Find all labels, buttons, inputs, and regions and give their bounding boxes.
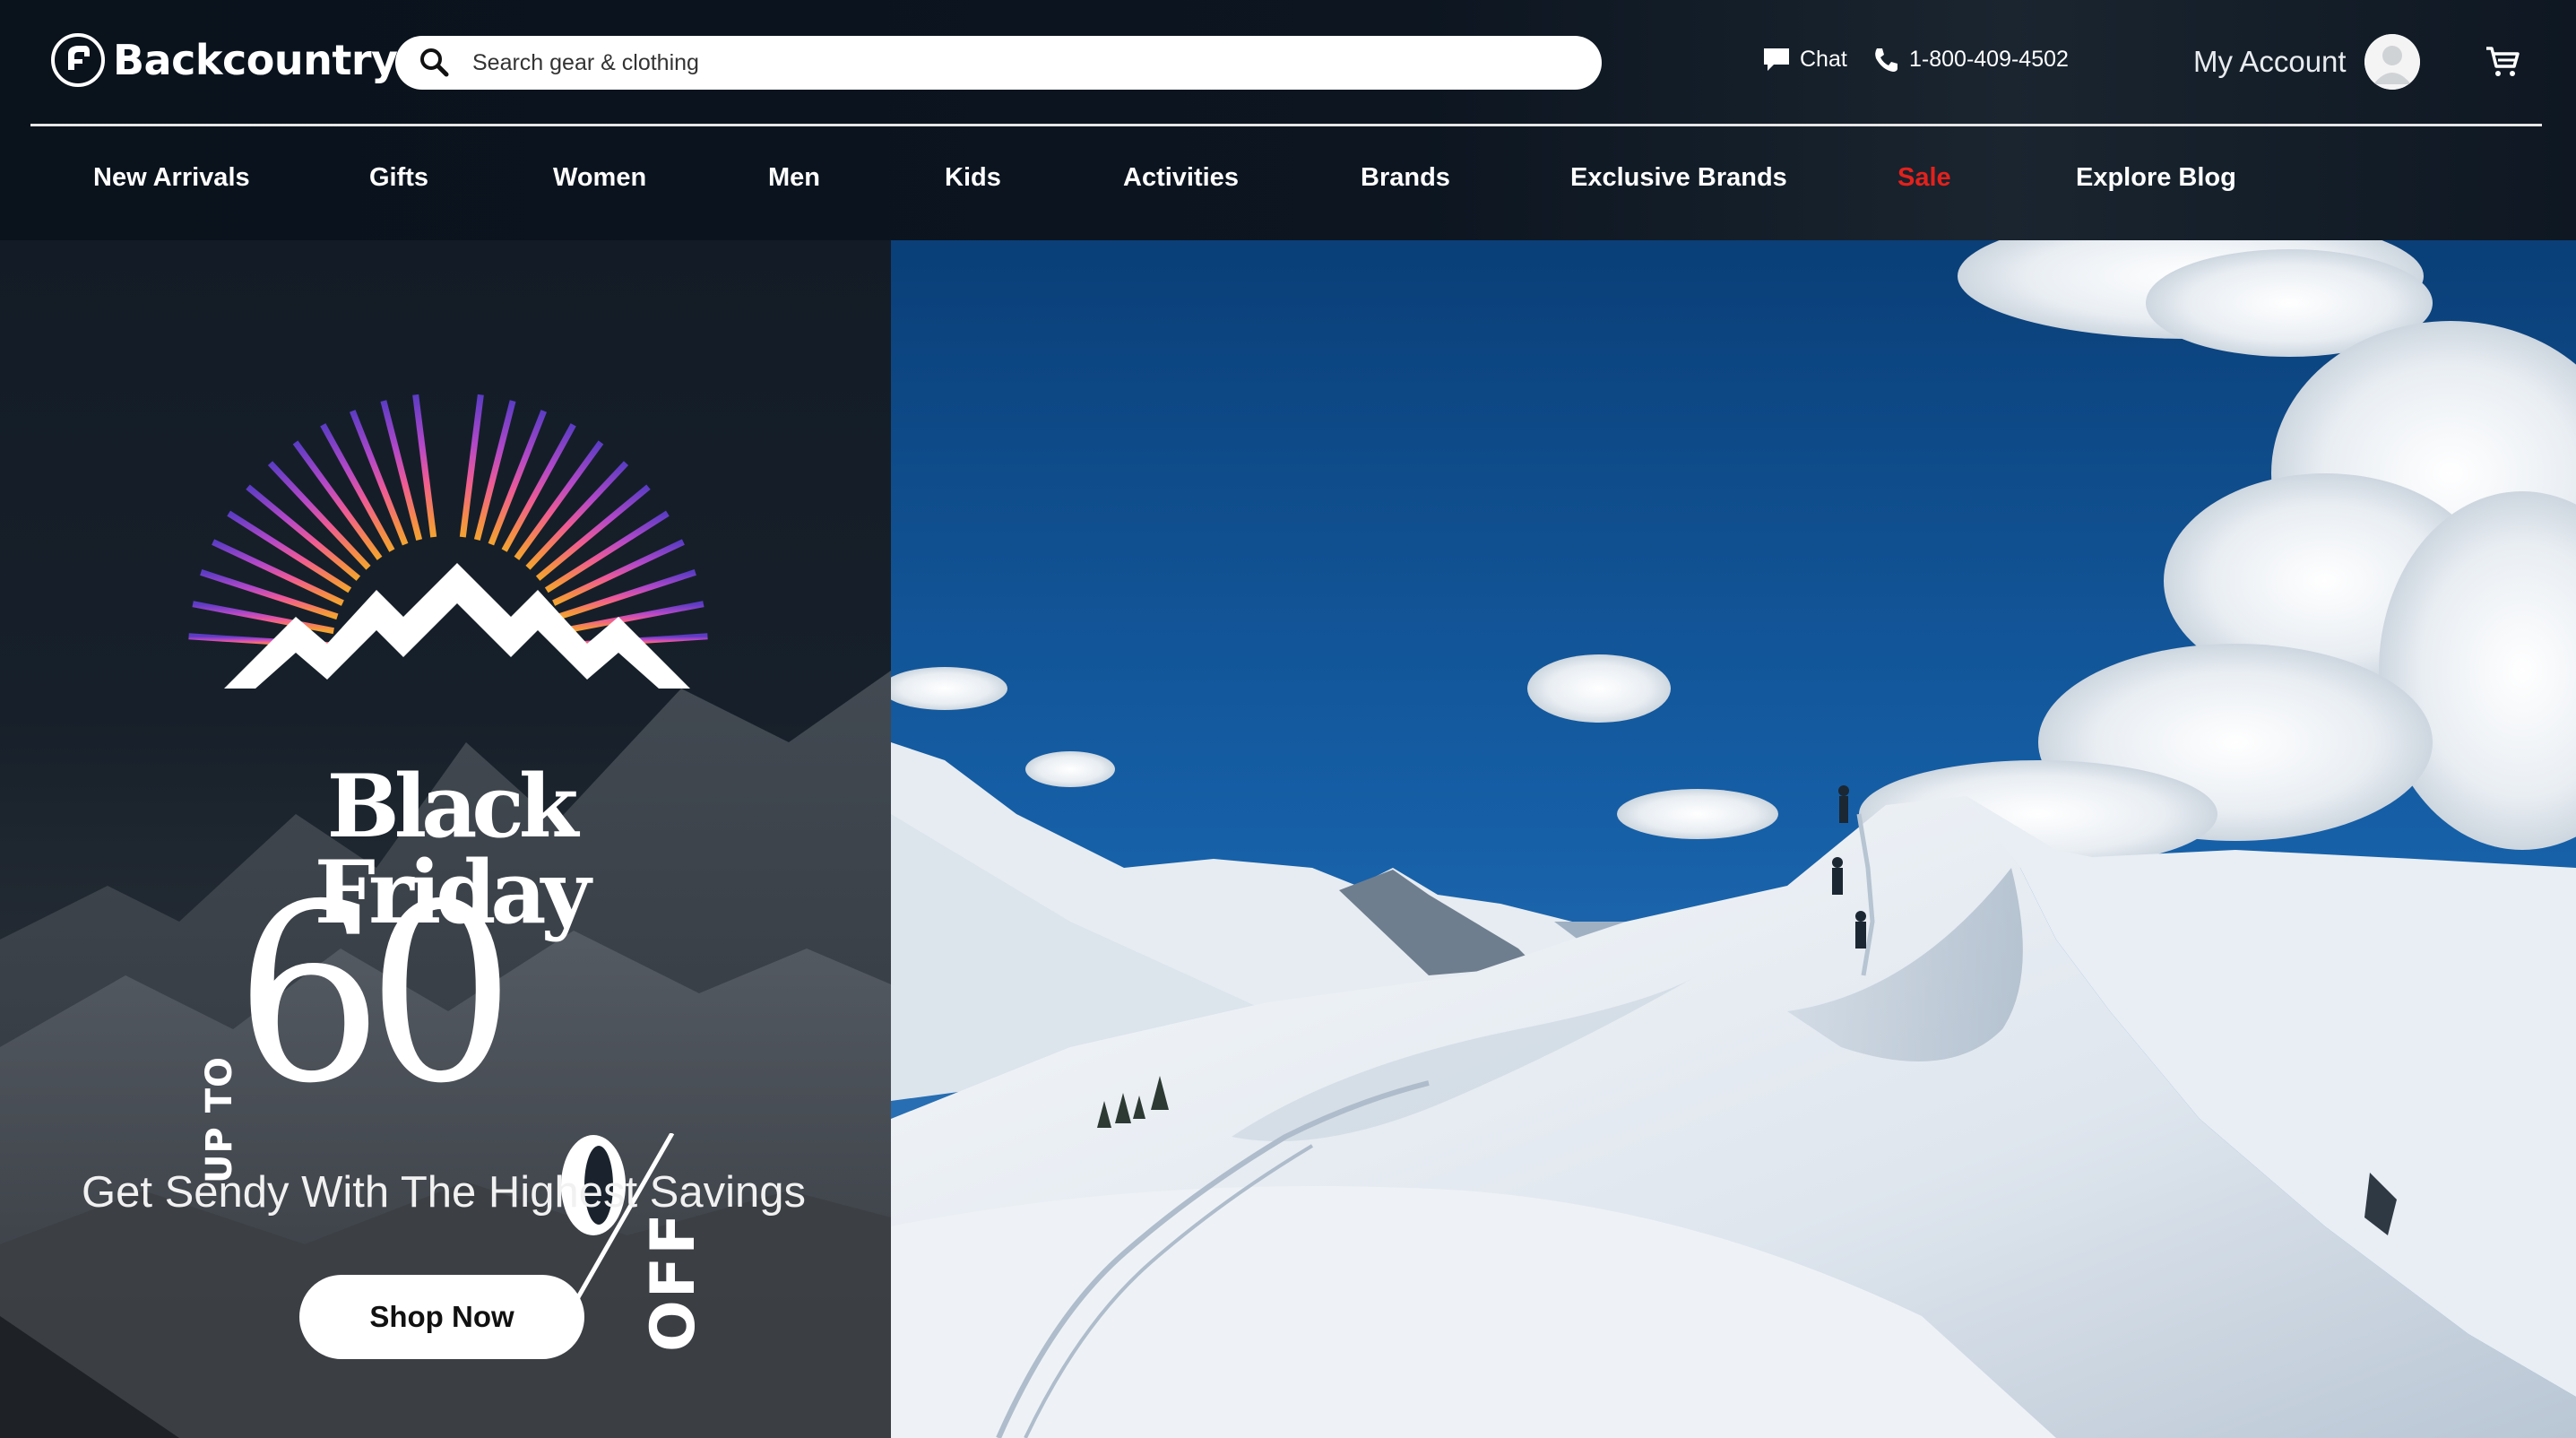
chat-bubble-icon <box>1764 48 1789 71</box>
hero-banner: Black Friday UP TO 60 OFF Get Sendy With… <box>0 240 2576 1438</box>
nav-item-sale[interactable]: Sale <box>1897 163 1951 193</box>
shop-now-button[interactable]: Shop Now <box>299 1275 584 1359</box>
top-bar: Backcountry Chat 1-800-409-4502 My Accou… <box>0 0 2576 126</box>
nav-item-kids[interactable]: Kids <box>945 163 1001 193</box>
my-account-link[interactable]: My Account <box>2193 32 2420 91</box>
cart-icon[interactable] <box>2485 45 2520 79</box>
chat-label: Chat <box>1800 46 1847 72</box>
sunburst-ray <box>412 394 437 538</box>
nav-item-women[interactable]: Women <box>553 163 646 193</box>
promo-panel: Black Friday UP TO 60 OFF Get Sendy With… <box>0 240 891 1438</box>
site-header: Backcountry Chat 1-800-409-4502 My Accou… <box>0 0 2576 240</box>
nav-item-activities[interactable]: Activities <box>1123 163 1239 193</box>
sunburst-ray <box>459 394 484 538</box>
brand-name: Backcountry <box>113 36 398 84</box>
phone-link[interactable]: 1-800-409-4502 <box>1871 39 2069 79</box>
user-avatar-icon <box>2364 34 2420 90</box>
chat-link[interactable]: Chat <box>1762 39 1847 79</box>
black-friday-sunburst-logo <box>188 393 708 689</box>
search-input[interactable] <box>472 49 1548 76</box>
phone-icon <box>1875 48 1897 72</box>
hero-tagline: Get Sendy With The Highest Savings <box>82 1168 806 1217</box>
main-nav: New Arrivals Gifts Women Men Kids Activi… <box>0 143 2576 217</box>
sunburst-ray <box>473 400 516 541</box>
discount-value: 60 <box>235 853 515 1138</box>
nav-item-explore-blog[interactable]: Explore Blog <box>2076 163 2236 193</box>
discount-suffix: OFF <box>638 1211 709 1352</box>
nav-item-new-arrivals[interactable]: New Arrivals <box>93 163 250 193</box>
nav-item-men[interactable]: Men <box>768 163 820 193</box>
nav-item-gifts[interactable]: Gifts <box>369 163 428 193</box>
phone-number: 1-800-409-4502 <box>1909 46 2069 72</box>
snowy-mountain-skiers-image <box>891 240 2576 1438</box>
hero-photo <box>891 240 2576 1438</box>
nav-item-exclusive-brands[interactable]: Exclusive Brands <box>1570 163 1787 193</box>
backcountry-goat-logo-icon <box>51 33 105 87</box>
header-divider <box>30 124 2542 126</box>
search-bar[interactable] <box>395 36 1602 90</box>
sunburst-ray <box>380 400 423 541</box>
nav-item-brands[interactable]: Brands <box>1361 163 1450 193</box>
search-icon[interactable] <box>419 47 451 79</box>
my-account-label: My Account <box>2193 45 2347 78</box>
brand-logo-link[interactable]: Backcountry <box>50 29 398 91</box>
